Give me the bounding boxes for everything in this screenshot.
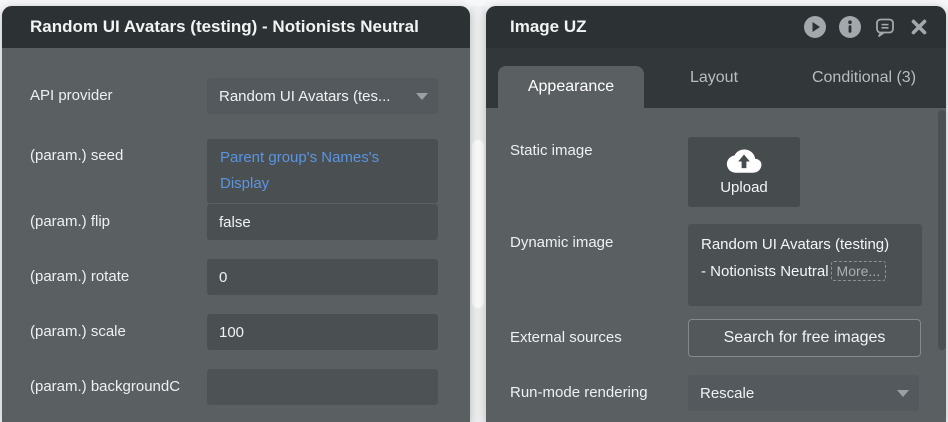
left-panel-header[interactable]: Random UI Avatars (testing) - Notionists… — [2, 6, 470, 48]
run-mode-rendering-label: Run-mode rendering — [510, 383, 648, 403]
comment-icon[interactable] — [873, 15, 897, 39]
api-provider-dropdown[interactable]: Random UI Avatars (tes... — [207, 78, 438, 114]
param-scale-label: (param.) scale — [30, 322, 126, 342]
api-provider-label: API provider — [30, 86, 113, 106]
run-mode-dropdown[interactable]: Rescale — [688, 375, 919, 411]
right-panel-title: Image UZ — [510, 17, 803, 37]
search-free-images-button[interactable]: Search for free images — [688, 319, 921, 357]
chevron-down-icon — [416, 93, 428, 100]
run-mode-value: Rescale — [700, 385, 891, 402]
static-image-label: Static image — [510, 141, 593, 161]
param-flip-label: (param.) flip — [30, 212, 110, 232]
param-rotate-label: (param.) rotate — [30, 267, 129, 287]
api-provider-property-panel: Random UI Avatars (testing) - Notionists… — [2, 6, 470, 422]
right-panel-header[interactable]: Image UZ — [486, 6, 946, 48]
workspace: Random UI Avatars (testing) - Notionists… — [0, 0, 948, 422]
search-free-images-label: Search for free images — [724, 329, 886, 347]
play-icon[interactable] — [803, 15, 827, 39]
param-flip-input[interactable] — [207, 204, 438, 240]
canvas-scrollbar-track[interactable] — [470, 0, 486, 422]
cloud-upload-icon — [725, 148, 763, 175]
param-scale-input[interactable] — [207, 314, 438, 350]
param-backgroundc-input[interactable] — [207, 369, 438, 405]
info-icon[interactable] — [838, 15, 862, 39]
canvas-scrollbar-thumb[interactable] — [472, 140, 484, 308]
property-tab-bar: Appearance Layout Conditional (3) — [486, 48, 946, 108]
upload-button[interactable]: Upload — [688, 137, 800, 207]
close-icon[interactable] — [908, 16, 930, 38]
param-backgroundc-label: (param.) backgroundC — [30, 377, 180, 397]
tab-appearance[interactable]: Appearance — [498, 66, 644, 108]
dynamic-image-label: Dynamic image — [510, 233, 613, 253]
tab-appearance-label: Appearance — [528, 78, 614, 96]
tab-layout-label: Layout — [690, 69, 738, 87]
chevron-down-icon — [897, 390, 909, 397]
image-element-property-panel: Image UZ — [486, 6, 946, 422]
external-sources-label: External sources — [510, 328, 622, 348]
tab-conditional[interactable]: Conditional (3) — [784, 48, 944, 108]
tab-conditional-label: Conditional (3) — [812, 69, 916, 87]
api-provider-value: Random UI Avatars (tes... — [219, 88, 410, 105]
param-rotate-input[interactable] — [207, 259, 438, 295]
header-icon-group — [803, 15, 932, 39]
left-panel-title: Random UI Avatars (testing) - Notionists… — [30, 17, 456, 37]
upload-button-label: Upload — [720, 179, 768, 196]
param-seed-expression[interactable]: Parent group's Names's Display — [207, 139, 438, 203]
panel-scrollbar-thumb[interactable] — [938, 110, 946, 350]
param-seed-value[interactable]: Parent group's Names's Display — [220, 149, 379, 192]
more-button[interactable]: More... — [831, 261, 887, 281]
param-seed-label: (param.) seed — [30, 146, 123, 166]
dynamic-image-expression[interactable]: Random UI Avatars (testing) - Notionists… — [688, 224, 922, 306]
tab-layout[interactable]: Layout — [644, 48, 784, 108]
